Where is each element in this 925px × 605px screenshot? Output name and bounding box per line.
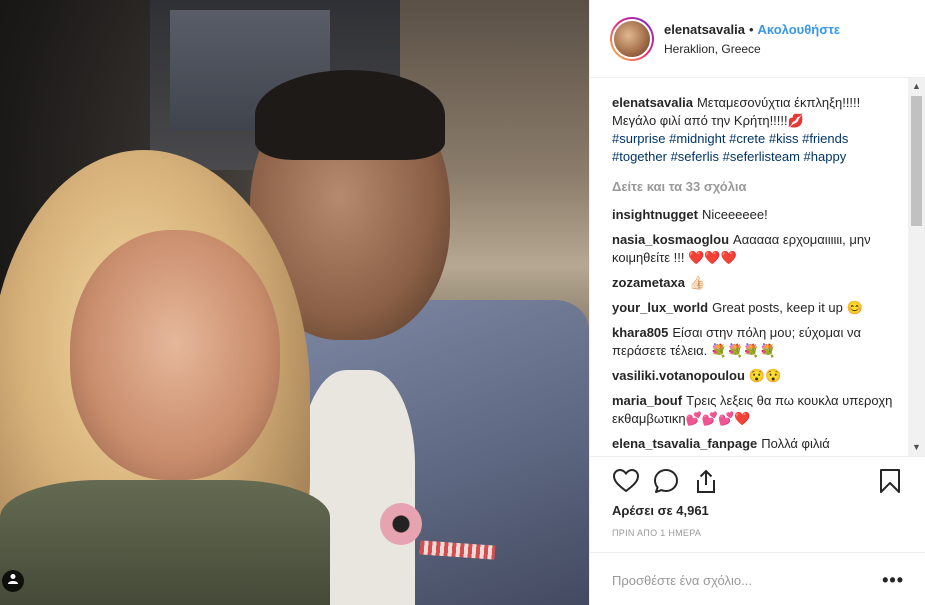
- scroll-thumb[interactable]: [911, 96, 922, 226]
- comment-text: 👍🏻: [688, 275, 706, 290]
- post-photo[interactable]: [0, 0, 589, 605]
- hashtag[interactable]: #friends: [802, 131, 848, 146]
- view-all-comments-link[interactable]: Δείτε και τα 33 σχόλια: [612, 178, 898, 196]
- comment: insightnugget Niceeeeee!: [612, 206, 898, 224]
- instagram-post: elenatsavalia • Ακολουθήστε Heraklion, Gre…: [0, 0, 925, 605]
- post-timestamp[interactable]: ΠΡΙΝ ΑΠΟ 1 ΗΜΕΡΑ: [612, 528, 701, 538]
- hashtag[interactable]: #together: [612, 149, 667, 164]
- comment: elena_tsavalia_fanpageΠολλά φιλιά αγαπημ…: [612, 435, 898, 456]
- user-tag-icon[interactable]: [2, 570, 24, 592]
- comment: zozametaxa 👍🏻: [612, 274, 898, 292]
- hashtag[interactable]: #seferlis: [671, 149, 719, 164]
- avatar-image: [612, 18, 652, 59]
- action-icons: [612, 467, 904, 495]
- location-link[interactable]: Heraklion, Greece: [664, 41, 840, 57]
- comment-input[interactable]: [612, 573, 883, 588]
- comments-list: elenatsavalia Μεταμεσονύχτια έκπληξη!!!!!…: [590, 78, 925, 456]
- header-row: elenatsavalia • Ακολουθήστε: [664, 21, 840, 39]
- comment-username[interactable]: your_lux_world: [612, 300, 708, 315]
- photo-woman-jacket: [0, 480, 330, 605]
- caption: elenatsavalia Μεταμεσονύχτια έκπληξη!!!!!…: [612, 94, 898, 166]
- more-options-icon[interactable]: •••: [882, 570, 904, 591]
- bookmark-icon[interactable]: [876, 467, 904, 495]
- header-separator: •: [748, 21, 754, 37]
- share-icon[interactable]: [692, 467, 720, 495]
- comment: khara805 Είσαι στην πόλη μου; εύχομαι να …: [612, 324, 898, 360]
- hashtag[interactable]: #midnight: [669, 131, 725, 146]
- post-header: elenatsavalia • Ακολουθήστε Heraklion, Gre…: [590, 0, 925, 78]
- comment-username[interactable]: elena_tsavalia_fanpage: [612, 436, 757, 451]
- comment: your_lux_world Great posts, keep it up 😊: [612, 299, 898, 317]
- hashtag[interactable]: #kiss: [769, 131, 799, 146]
- comment-text: Niceeeeee!: [701, 207, 768, 222]
- comment-username[interactable]: maria_bouf: [612, 393, 682, 408]
- scroll-up-arrow-icon[interactable]: ▲: [908, 78, 925, 95]
- hashtag[interactable]: #surprise: [612, 131, 665, 146]
- caption-username[interactable]: elenatsavalia: [612, 95, 693, 110]
- post-side-panel: elenatsavalia • Ακολουθήστε Heraklion, Gre…: [589, 0, 925, 605]
- comment: maria_bouf Τρεις λεξεις θα πω κουκλα υπερ…: [612, 392, 898, 428]
- hashtag[interactable]: #happy: [804, 149, 847, 164]
- comment-text: Great posts, keep it up 😊: [712, 300, 863, 315]
- hashtag[interactable]: #crete: [729, 131, 765, 146]
- comment-text: 😯😯: [748, 368, 782, 383]
- heart-icon[interactable]: [612, 467, 640, 495]
- comment-username[interactable]: insightnugget: [612, 207, 698, 222]
- comment: vasiliki.votanopoulou 😯😯: [612, 367, 898, 385]
- hashtag[interactable]: #seferlisteam: [723, 149, 800, 164]
- comments-scrollbar[interactable]: ▲ ▼: [908, 78, 925, 456]
- follow-button[interactable]: Ακολουθήστε: [758, 22, 841, 37]
- header-username[interactable]: elenatsavalia: [664, 22, 745, 37]
- photo-pin: [380, 503, 422, 545]
- scroll-down-arrow-icon[interactable]: ▼: [908, 439, 925, 456]
- photo-man-hair: [255, 70, 445, 160]
- comment-icon[interactable]: [652, 467, 680, 495]
- avatar[interactable]: [610, 16, 654, 61]
- comment-username[interactable]: zozametaxa: [612, 275, 685, 290]
- add-comment-bar: •••: [590, 552, 925, 605]
- header-text: elenatsavalia • Ακολουθήστε Heraklion, Gre…: [664, 21, 840, 57]
- comment-username[interactable]: nasia_kosmaoglou: [612, 232, 729, 247]
- comment-username[interactable]: vasiliki.votanopoulou: [612, 368, 745, 383]
- comment: nasia_kosmaoglou Αααααα ερχομαιιιιιι, μην…: [612, 231, 898, 267]
- post-actions: Αρέσει σε 4,961 ΠΡΙΝ ΑΠΟ 1 ΗΜΕΡΑ •••: [590, 456, 925, 594]
- likes-count[interactable]: Αρέσει σε 4,961: [612, 503, 709, 518]
- photo-woman-face: [70, 230, 280, 480]
- comment-username[interactable]: khara805: [612, 325, 668, 340]
